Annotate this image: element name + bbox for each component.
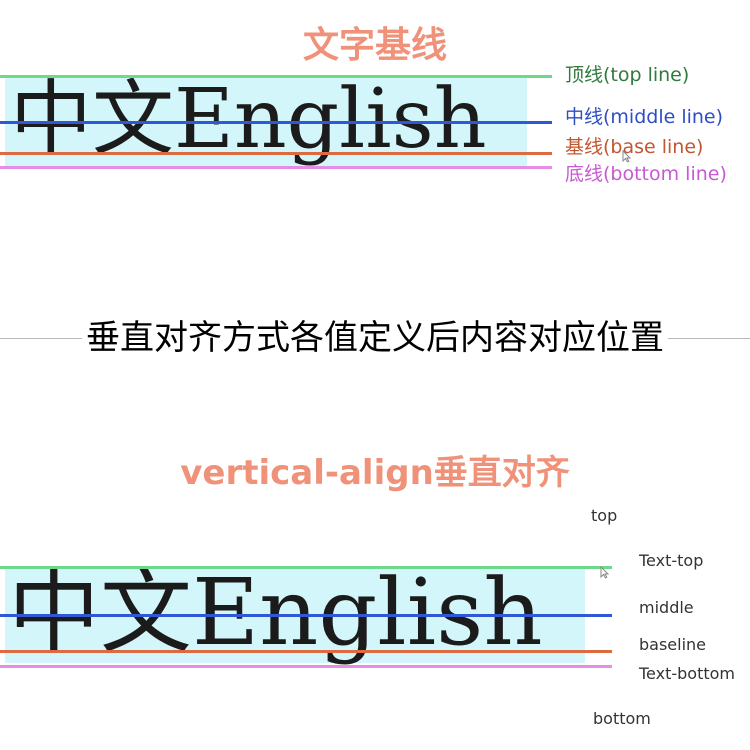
bottom-line — [0, 166, 552, 169]
middle-line-label: 中线(middle line) — [565, 106, 724, 128]
text-bottom-line — [0, 665, 612, 668]
baseline-label: baseline — [639, 635, 707, 654]
bottom-label: bottom — [593, 709, 651, 728]
section2-title: vertical-align垂直对齐 — [180, 453, 570, 493]
text-top-label: Text-top — [639, 551, 704, 570]
page-heading: 垂直对齐方式各值定义后内容对应位置 — [0, 313, 750, 363]
base-line — [0, 152, 552, 155]
text-top-line — [0, 566, 612, 569]
mouse-pointer-icon — [622, 149, 632, 166]
sample-text: 中文English — [10, 72, 487, 167]
middle-label: middle — [639, 598, 694, 617]
top-label: top — [591, 506, 618, 525]
top-line-label: 顶线(top line) — [565, 64, 690, 86]
middle-line — [0, 121, 552, 124]
page-heading-text: 垂直对齐方式各值定义后内容对应位置 — [82, 318, 668, 358]
baseline-line — [0, 650, 612, 653]
bottom-line-label: 底线(bottom line) — [565, 163, 727, 185]
text-bottom-label: Text-bottom — [639, 664, 735, 683]
mouse-pointer-icon — [600, 565, 610, 582]
base-line-label: 基线(base line) — [565, 136, 704, 158]
middle-line-2 — [0, 614, 612, 617]
top-line — [0, 75, 552, 78]
